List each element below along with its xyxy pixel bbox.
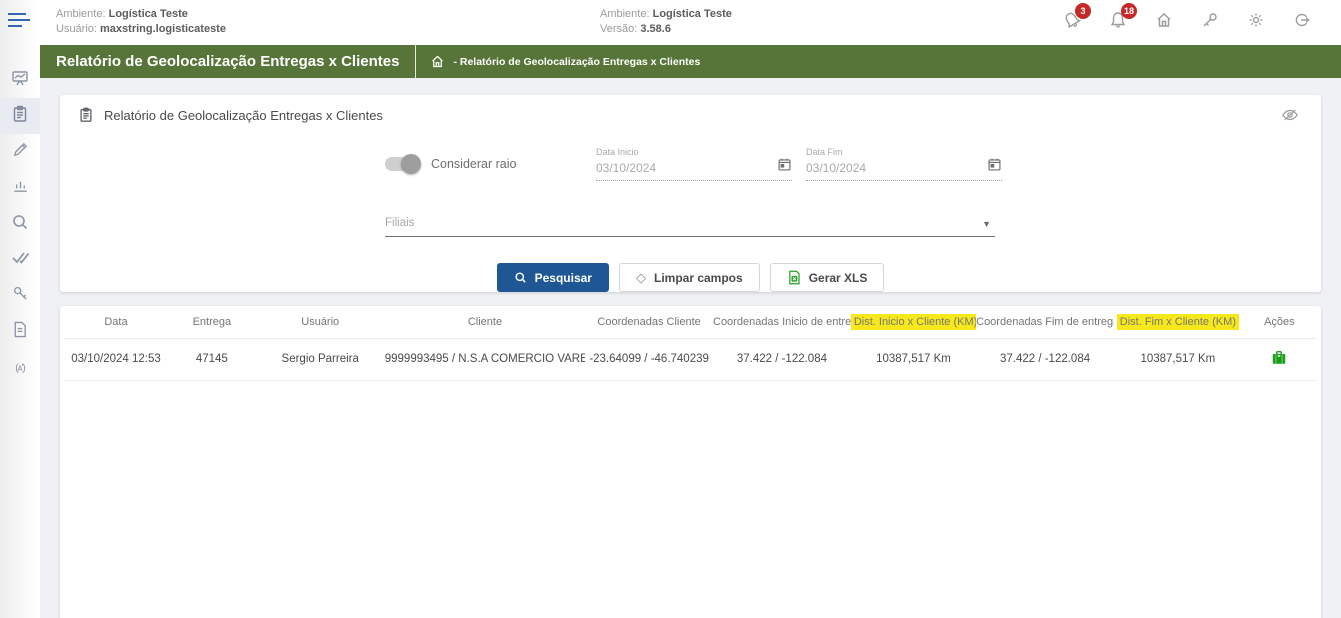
- search-icon: [514, 271, 527, 284]
- sidebar-item-reports[interactable]: [0, 98, 40, 134]
- clipboard-icon: [11, 105, 29, 128]
- col-header-cliente[interactable]: Cliente: [385, 306, 585, 338]
- table-row[interactable]: 03/10/2024 12:53 47145 Sergio Parreira 9…: [64, 338, 1317, 380]
- chevron-down-icon: ▼: [982, 219, 991, 229]
- table-header-row: Data Entrega Usuário Cliente Coordenadas…: [64, 306, 1317, 338]
- limpar-campos-button[interactable]: ◇ Limpar campos: [619, 263, 760, 292]
- sidebar-item-translate[interactable]: (ᴀʹ): [0, 350, 40, 386]
- cell-dist-inicio: 10387,517 Km: [851, 338, 976, 380]
- usuario-value: maxstring.logisticateste: [100, 23, 226, 35]
- cell-acoes: [1242, 338, 1317, 380]
- col-header-coordenadas-inicio[interactable]: Coordenadas Inicio de entrega: [713, 306, 851, 338]
- notifications-button[interactable]: 18: [1107, 9, 1129, 31]
- gear-icon: [1247, 11, 1265, 29]
- key-icon: [1201, 11, 1219, 29]
- eraser-icon: ◇: [636, 270, 646, 286]
- col-header-coordenadas-cliente[interactable]: Coordenadas Cliente: [585, 306, 713, 338]
- page-title: Relatório de Geolocalização Entregas x C…: [40, 53, 415, 70]
- eye-off-icon: [1281, 107, 1299, 123]
- document-icon: [12, 321, 28, 343]
- col-header-dist-inicio[interactable]: Dist. Inicio x Cliente (KM): [851, 306, 976, 338]
- sidebar-item-edit[interactable]: [0, 134, 40, 170]
- sidebar-item-charts[interactable]: [0, 170, 40, 206]
- filiais-select[interactable]: Filiais ▼: [385, 217, 995, 237]
- filters-card: Relatório de Geolocalização Entregas x C…: [60, 95, 1321, 292]
- top-header: Ambiente: Logística Teste Usuário: maxst…: [40, 0, 1341, 45]
- col-header-usuario[interactable]: Usuário: [256, 306, 385, 338]
- home-button[interactable]: [1153, 9, 1175, 31]
- translate-icon: (ᴀʹ): [15, 363, 25, 374]
- password-button[interactable]: [1199, 9, 1221, 31]
- cell-dist-fim: 10387,517 Km: [1114, 338, 1242, 380]
- home-icon: [1155, 11, 1173, 29]
- versao-value: 3.58.6: [640, 23, 671, 35]
- double-check-icon: [11, 249, 30, 271]
- calendar-icon: [777, 157, 792, 172]
- clipboard-icon: [78, 107, 104, 123]
- home-icon[interactable]: [430, 54, 445, 69]
- col-header-acoes: Ações: [1242, 306, 1317, 338]
- app-window: (ᴀʹ) Ambiente: Logística Teste Usuário: …: [0, 0, 1341, 618]
- presentation-chart-icon: [11, 69, 29, 92]
- data-fim-field[interactable]: Data Fim 03/10/2024: [806, 147, 1002, 181]
- sidebar-item-documents[interactable]: [0, 314, 40, 350]
- hide-filters-button[interactable]: [1281, 107, 1299, 123]
- cell-coordenadas-fim: 37.422 / -122.084: [976, 338, 1114, 380]
- sidebar-item-dashboard[interactable]: [0, 62, 40, 98]
- key-icon: [12, 285, 29, 307]
- cell-cliente: 9999993495 / N.S.A COMERCIO VARE: [385, 338, 585, 380]
- col-header-dist-fim[interactable]: Dist. Fim x Cliente (KM): [1114, 306, 1242, 338]
- main-content: Relatório de Geolocalização Entregas x C…: [40, 78, 1341, 618]
- gerar-xls-button[interactable]: Gerar XLS: [770, 263, 885, 292]
- version-info: Ambiente: Logística Teste Versão: 3.58.6: [600, 7, 732, 37]
- notification-badge: 18: [1121, 3, 1137, 19]
- cell-data: 03/10/2024 12:53: [64, 338, 168, 380]
- excel-file-icon: [787, 270, 801, 285]
- calendar-button[interactable]: [987, 157, 1002, 172]
- toggle-switch[interactable]: [385, 157, 419, 171]
- sidebar-item-search[interactable]: [0, 206, 40, 242]
- toggle-label: Considerar raio: [431, 157, 516, 171]
- ambiente-value: Logística Teste: [109, 8, 188, 20]
- cell-coordenadas-cliente: -23.64099 / -46.740239: [585, 338, 713, 380]
- filiais-label: Filiais: [385, 217, 995, 237]
- col-header-data[interactable]: Data: [64, 306, 168, 338]
- briefcase-map-icon: [1271, 350, 1287, 365]
- calendar-icon: [987, 157, 1002, 172]
- data-inicio-label: Data Inicio: [596, 147, 792, 157]
- results-table-card: Data Entrega Usuário Cliente Coordenadas…: [60, 306, 1321, 618]
- considerar-raio-toggle[interactable]: Considerar raio: [385, 157, 516, 171]
- breadcrumb-text: - Relatório de Geolocalização Entregas x…: [453, 56, 700, 68]
- results-table: Data Entrega Usuário Cliente Coordenadas…: [64, 306, 1317, 381]
- data-inicio-value[interactable]: 03/10/2024: [596, 161, 792, 181]
- card-title: Relatório de Geolocalização Entregas x C…: [104, 108, 383, 123]
- page-title-bar: Relatório de Geolocalização Entregas x C…: [40, 45, 1341, 78]
- logout-button[interactable]: [1291, 9, 1313, 31]
- col-header-entrega[interactable]: Entrega: [168, 306, 256, 338]
- search-icon: [11, 213, 29, 236]
- data-fim-label: Data Fim: [806, 147, 1002, 157]
- cell-entrega: 47145: [168, 338, 256, 380]
- settings-button[interactable]: [1245, 9, 1267, 31]
- data-inicio-field[interactable]: Data Inicio 03/10/2024: [596, 147, 792, 181]
- notifications-alert-button[interactable]: 3: [1061, 9, 1083, 31]
- hamburger-menu-icon[interactable]: [8, 13, 30, 29]
- divider: [415, 45, 416, 78]
- calendar-button[interactable]: [777, 157, 792, 172]
- sidebar-item-access[interactable]: [0, 278, 40, 314]
- data-fim-value[interactable]: 03/10/2024: [806, 161, 1002, 181]
- bar-chart-icon: [12, 177, 29, 199]
- sidebar: (ᴀʹ): [0, 0, 40, 618]
- notification-badge: 3: [1075, 3, 1091, 19]
- pesquisar-button[interactable]: Pesquisar: [497, 263, 609, 292]
- map-action-button[interactable]: [1271, 350, 1287, 365]
- sidebar-item-approvals[interactable]: [0, 242, 40, 278]
- environment-info: Ambiente: Logística Teste Usuário: maxst…: [56, 7, 226, 37]
- cell-coordenadas-inicio: 37.422 / -122.084: [713, 338, 851, 380]
- pencil-icon: [12, 141, 29, 163]
- cell-usuario: Sergio Parreira: [256, 338, 385, 380]
- breadcrumb: - Relatório de Geolocalização Entregas x…: [416, 54, 700, 69]
- col-header-coordenadas-fim[interactable]: Coordenadas Fim de entrega: [976, 306, 1114, 338]
- logout-icon: [1293, 11, 1311, 29]
